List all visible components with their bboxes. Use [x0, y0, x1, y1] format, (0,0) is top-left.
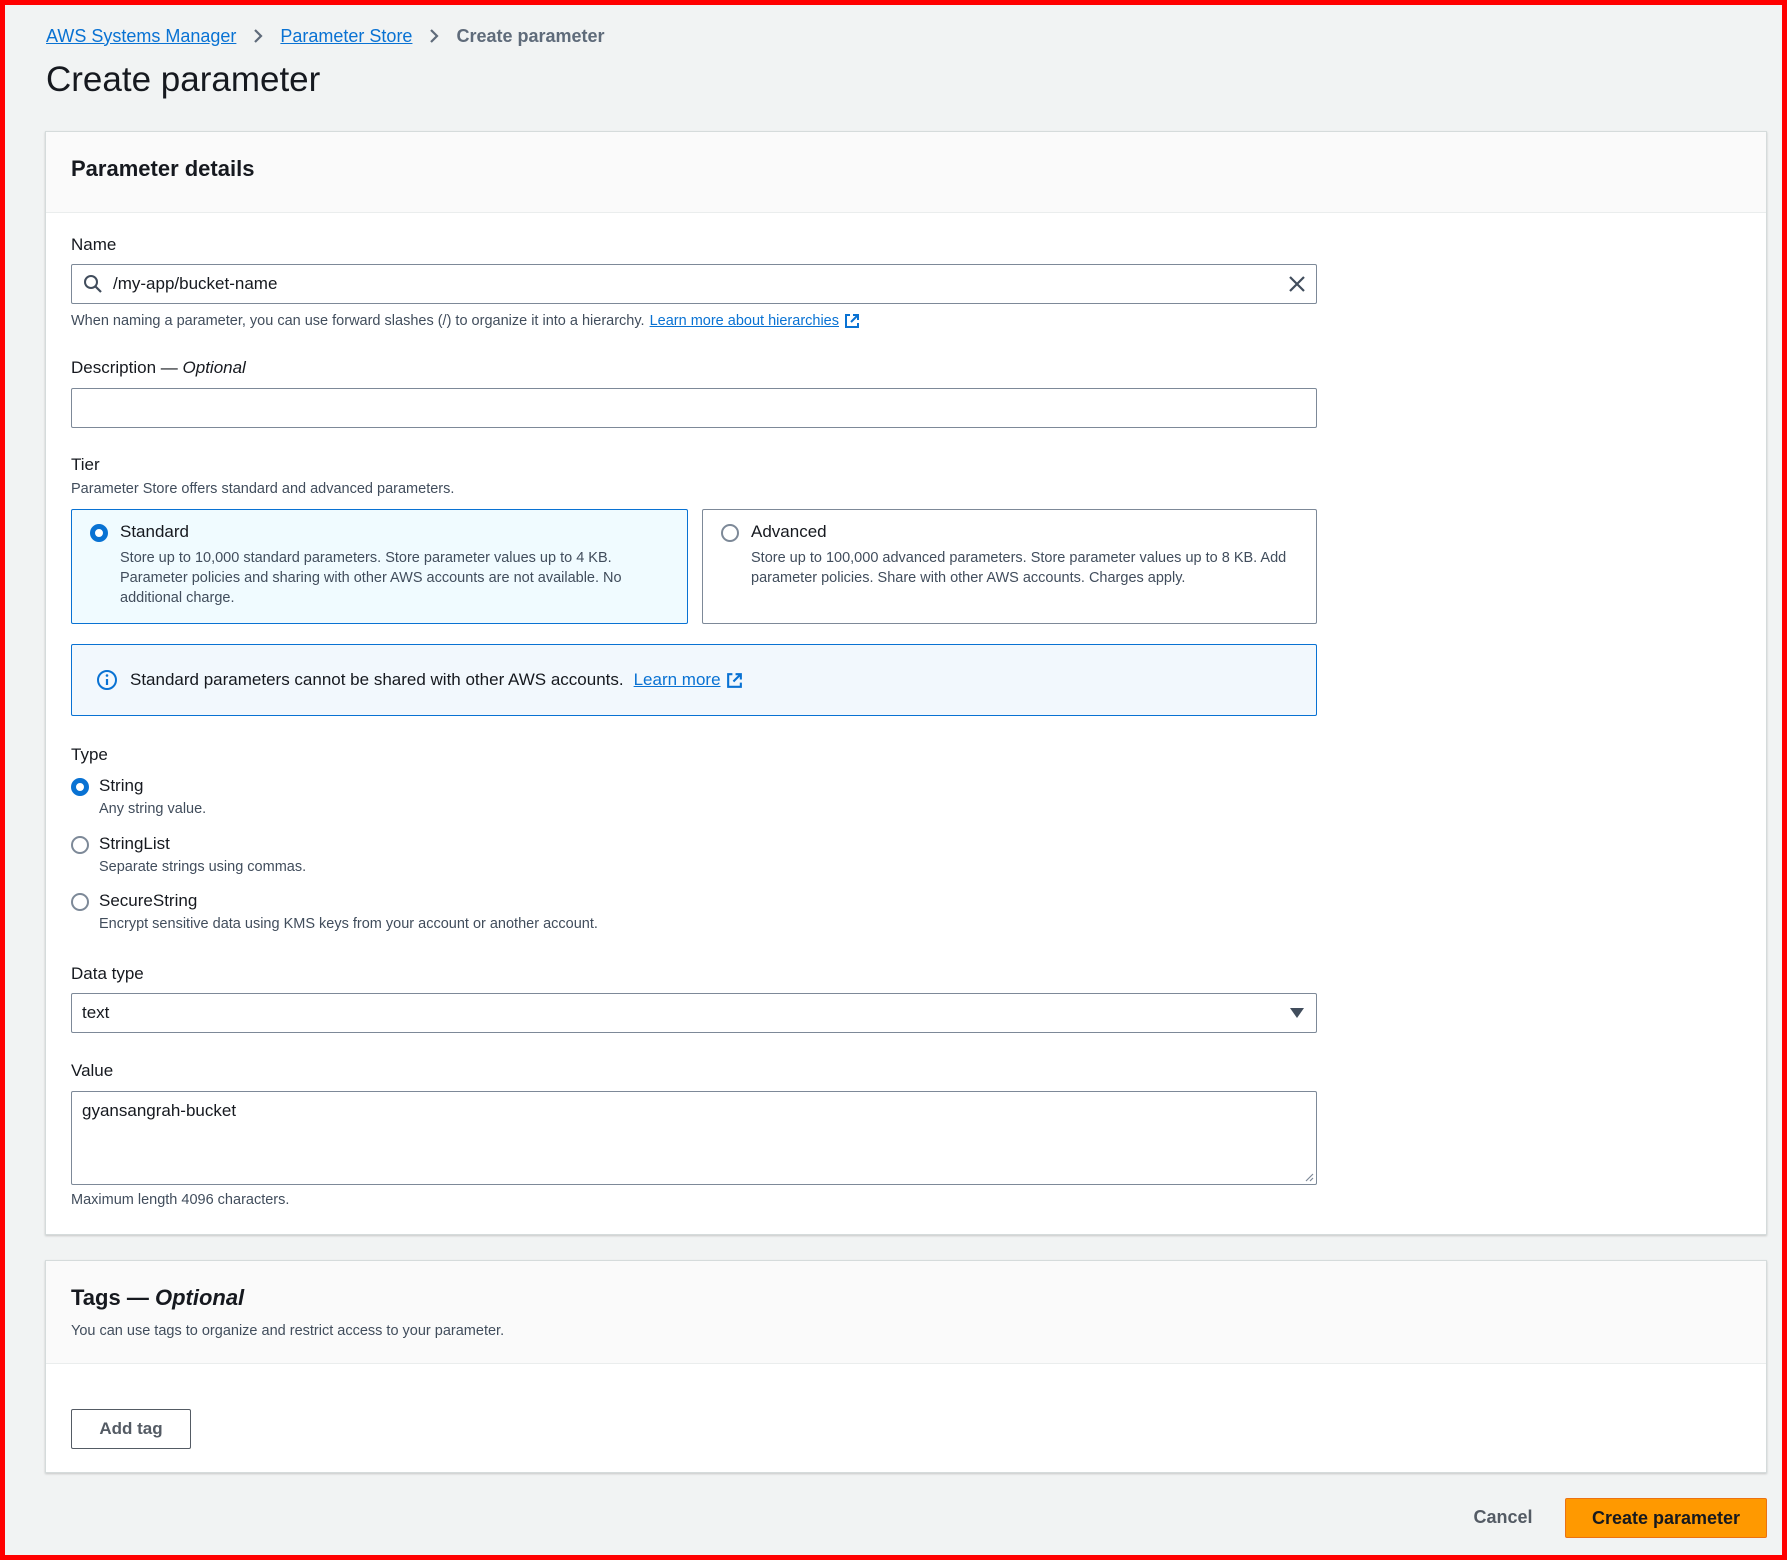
chevron-right-icon	[429, 28, 440, 44]
search-icon	[83, 274, 103, 294]
name-input-value: /my-app/bucket-name	[113, 274, 278, 293]
panel-header: Parameter details	[46, 132, 1766, 213]
page-title: Create parameter	[46, 60, 321, 99]
description-label-dash: —	[160, 358, 183, 377]
description-input[interactable]	[71, 388, 1317, 428]
type-string-radio[interactable]	[71, 778, 89, 796]
type-label: Type	[71, 745, 108, 764]
learn-more-link[interactable]: Learn more	[634, 670, 721, 690]
type-securestring-desc: Encrypt sensitive data using KMS keys fr…	[99, 916, 598, 932]
tier-label: Tier	[71, 455, 100, 474]
add-tag-button[interactable]: Add tag	[71, 1409, 191, 1449]
tags-hint: You can use tags to organize and restric…	[71, 1323, 505, 1339]
type-string-title: String	[99, 776, 144, 795]
tier-standard-card[interactable]: Standard Store up to 10,000 standard par…	[71, 509, 688, 624]
external-link-icon	[725, 671, 744, 690]
tags-title-text: Tags	[71, 1285, 121, 1310]
type-stringlist-desc: Separate strings using commas.	[99, 859, 307, 875]
info-alert-text: Standard parameters cannot be shared wit…	[130, 670, 624, 689]
info-icon	[96, 669, 118, 691]
breadcrumb-systems-manager-link[interactable]: AWS Systems Manager	[46, 26, 236, 47]
tags-panel-header: Tags — Optional You can use tags to orga…	[46, 1261, 1766, 1364]
value-textarea-text: gyansangrah-bucket	[82, 1101, 237, 1120]
data-type-label: Data type	[71, 964, 144, 983]
tier-hint: Parameter Store offers standard and adva…	[71, 481, 455, 497]
clear-icon[interactable]	[1288, 275, 1306, 293]
description-optional: Optional	[182, 358, 246, 377]
breadcrumb: AWS Systems Manager Parameter Store Crea…	[46, 24, 605, 48]
tier-advanced-title: Advanced	[751, 522, 827, 541]
tier-standard-title: Standard	[120, 522, 189, 541]
tier-standard-radio[interactable]	[90, 524, 108, 542]
name-hint: When naming a parameter, you can use for…	[71, 312, 861, 330]
type-securestring-radio[interactable]	[71, 893, 89, 911]
value-hint: Maximum length 4096 characters.	[71, 1192, 290, 1208]
type-stringlist-title: StringList	[99, 834, 170, 853]
tier-advanced-radio[interactable]	[721, 524, 739, 542]
type-stringlist-radio[interactable]	[71, 836, 89, 854]
learn-more-hierarchies-link[interactable]: Learn more about hierarchies	[650, 313, 839, 329]
breadcrumb-current: Create parameter	[456, 25, 605, 46]
tags-optional: Optional	[154, 1285, 245, 1310]
chevron-right-icon	[253, 28, 263, 44]
type-string-desc: Any string value.	[99, 801, 207, 817]
type-securestring-title: SecureString	[99, 891, 198, 910]
resize-handle-icon[interactable]	[1304, 1172, 1314, 1182]
caret-down-icon	[1290, 1008, 1304, 1018]
external-link-icon	[843, 312, 861, 330]
value-label: Value	[71, 1061, 114, 1080]
info-alert: Standard parameters cannot be shared wit…	[71, 644, 1317, 716]
tags-title: Tags — Optional	[71, 1285, 244, 1311]
tags-panel: Tags — Optional You can use tags to orga…	[45, 1260, 1767, 1473]
tier-advanced-card[interactable]: Advanced Store up to 100,000 advanced pa…	[702, 509, 1317, 624]
cancel-button[interactable]: Cancel	[1463, 1497, 1543, 1537]
value-textarea[interactable]: gyansangrah-bucket	[71, 1091, 1317, 1185]
breadcrumb-parameter-store-link[interactable]: Parameter Store	[280, 26, 412, 47]
name-label: Name	[71, 235, 117, 254]
parameter-details-panel: Parameter details Name /my-app/bucket-na…	[45, 131, 1767, 1235]
name-input[interactable]: /my-app/bucket-name	[71, 264, 1317, 304]
name-hint-text: When naming a parameter, you can use for…	[71, 313, 645, 329]
panel-title: Parameter details	[71, 156, 255, 181]
create-parameter-button[interactable]: Create parameter	[1565, 1498, 1767, 1538]
tier-advanced-desc: Store up to 100,000 advanced parameters.…	[751, 550, 1287, 586]
description-label: Description — Optional	[71, 358, 246, 378]
data-type-select-value: text	[82, 1003, 110, 1022]
description-label-text: Description	[71, 358, 157, 377]
tier-standard-desc: Store up to 10,000 standard parameters. …	[120, 550, 622, 606]
tags-title-dash: —	[120, 1285, 155, 1310]
data-type-select[interactable]: text	[71, 993, 1317, 1033]
